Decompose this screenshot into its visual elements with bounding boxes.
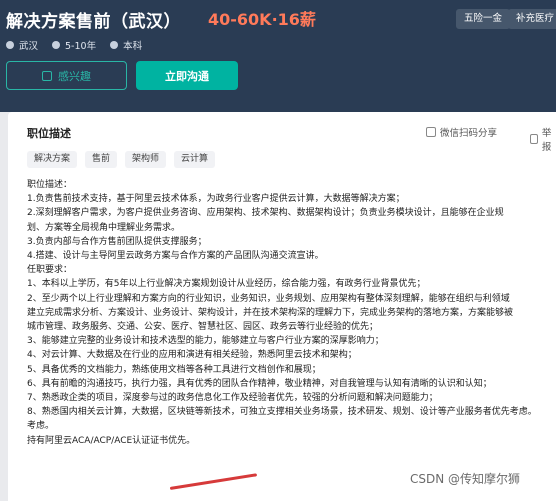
job-meta: 武汉 5-10年 本科 <box>6 38 142 52</box>
desc-line: 考虑。 <box>27 421 55 432</box>
desc-line: 7、熟悉政企类的项目，深度参与过的政务信息化工作及经验者优先，较强的分析问题和解… <box>27 393 438 404</box>
desc-line: 1、本科以上学历，有5年以上行业解决方案规划设计从业经历，综合能力强，有政务行业… <box>27 279 426 290</box>
desc-line: 城市管理、政务服务、交通、公安、医疗、智慧社区、园区、政务云等行业经验的优先； <box>27 322 379 333</box>
benefit-tag-2: 补充医疗 <box>508 9 556 29</box>
education: 本科 <box>110 38 142 52</box>
job-header: 解决方案售前（武汉） 40-60K·16薪 五险一金 补充医疗 武汉 5-10年… <box>0 0 556 112</box>
cap-icon <box>110 41 119 49</box>
desc-line: 8、熟悉国内相关云计算，大数据，区块链等新技术，可独立支撑相关业务场景，技术研发… <box>27 407 537 418</box>
skill-tag: 云计算 <box>174 151 216 168</box>
briefcase-icon <box>52 41 61 49</box>
wechat-share[interactable]: 微信扫码分享 <box>426 125 497 139</box>
skill-tags: 解决方案 售前 架构师 云计算 <box>27 151 216 168</box>
desc-line: 4.搭建、设计与主导阿里云政务方案与合作方案的产品团队沟通交流宣讲。 <box>27 251 324 262</box>
heart-icon <box>42 70 52 81</box>
desc-line: 1.负责售前技术支持，基于阿里云技术体系，为政务行业客户提供云计算，大数据等解决… <box>27 194 405 205</box>
desc-line: 3.负责内部与合作方售前团队提供支撑服务； <box>27 236 207 247</box>
report-link[interactable]: 举报 <box>530 125 556 153</box>
desc-line: 2.深刻理解客户需求，为客户提供业务咨询、应用架构、技术架构、数据架构设计；负责… <box>27 208 504 219</box>
job-description-card: 职位描述 微信扫码分享 举报 解决方案 售前 架构师 云计算 职位描述： 1.负… <box>8 112 556 501</box>
desc-line: 4、对云计算、大数据及在行业的应用和演进有相关经验，熟悉阿里云技术和架构； <box>27 350 357 361</box>
qr-icon <box>426 127 436 137</box>
desc-line: 3、能够建立完整的业务设计和技术选型的能力，能够建立与客户行业方案的深厚影响力； <box>27 336 384 347</box>
desc-line: 任职要求： <box>27 265 73 276</box>
job-description: 职位描述： 1.负责售前技术支持，基于阿里云技术体系，为政务行业客户提供云计算，… <box>27 178 553 448</box>
location-icon <box>6 41 14 49</box>
desc-line: 职位描述： <box>27 180 73 190</box>
interested-button[interactable]: 感兴趣 <box>6 61 127 90</box>
desc-line: 持有阿里云ACA/ACP/ACE认证证书优先。 <box>27 435 196 446</box>
skill-tag: 架构师 <box>125 151 167 168</box>
section-title: 职位描述 <box>27 127 71 140</box>
desc-line: 划、方案等全局视角中理解业务需求。 <box>27 222 181 233</box>
job-title: 解决方案售前（武汉） <box>6 12 181 32</box>
flag-icon <box>530 134 538 144</box>
experience: 5-10年 <box>52 38 96 52</box>
skill-tag: 售前 <box>85 151 118 168</box>
desc-line: 建立完成需求分析、方案设计、业务设计、架构设计，并在技术架构深的理解力下，完成业… <box>27 307 514 318</box>
location: 武汉 <box>6 38 38 52</box>
desc-line: 2、至少两个以上行业理解和方案方向的行业知识，业务知识，业务规划、应用架构有整体… <box>27 293 510 304</box>
benefit-tag-1: 五险一金 <box>456 9 511 29</box>
desc-line: 5、具备优秀的文档能力，熟练使用文档等各种工具进行文档创作和展现； <box>27 364 321 375</box>
watermark: CSDN @传知摩尔狮 <box>410 472 521 486</box>
skill-tag: 解决方案 <box>27 151 78 168</box>
desc-line: 6、具有前瞻的沟通技巧，执行力强，具有优秀的团队合作精神，敬业精神，对自我管理与… <box>27 378 492 389</box>
chat-button[interactable]: 立即沟通 <box>136 61 238 90</box>
salary: 40-60K·16薪 <box>208 10 316 29</box>
